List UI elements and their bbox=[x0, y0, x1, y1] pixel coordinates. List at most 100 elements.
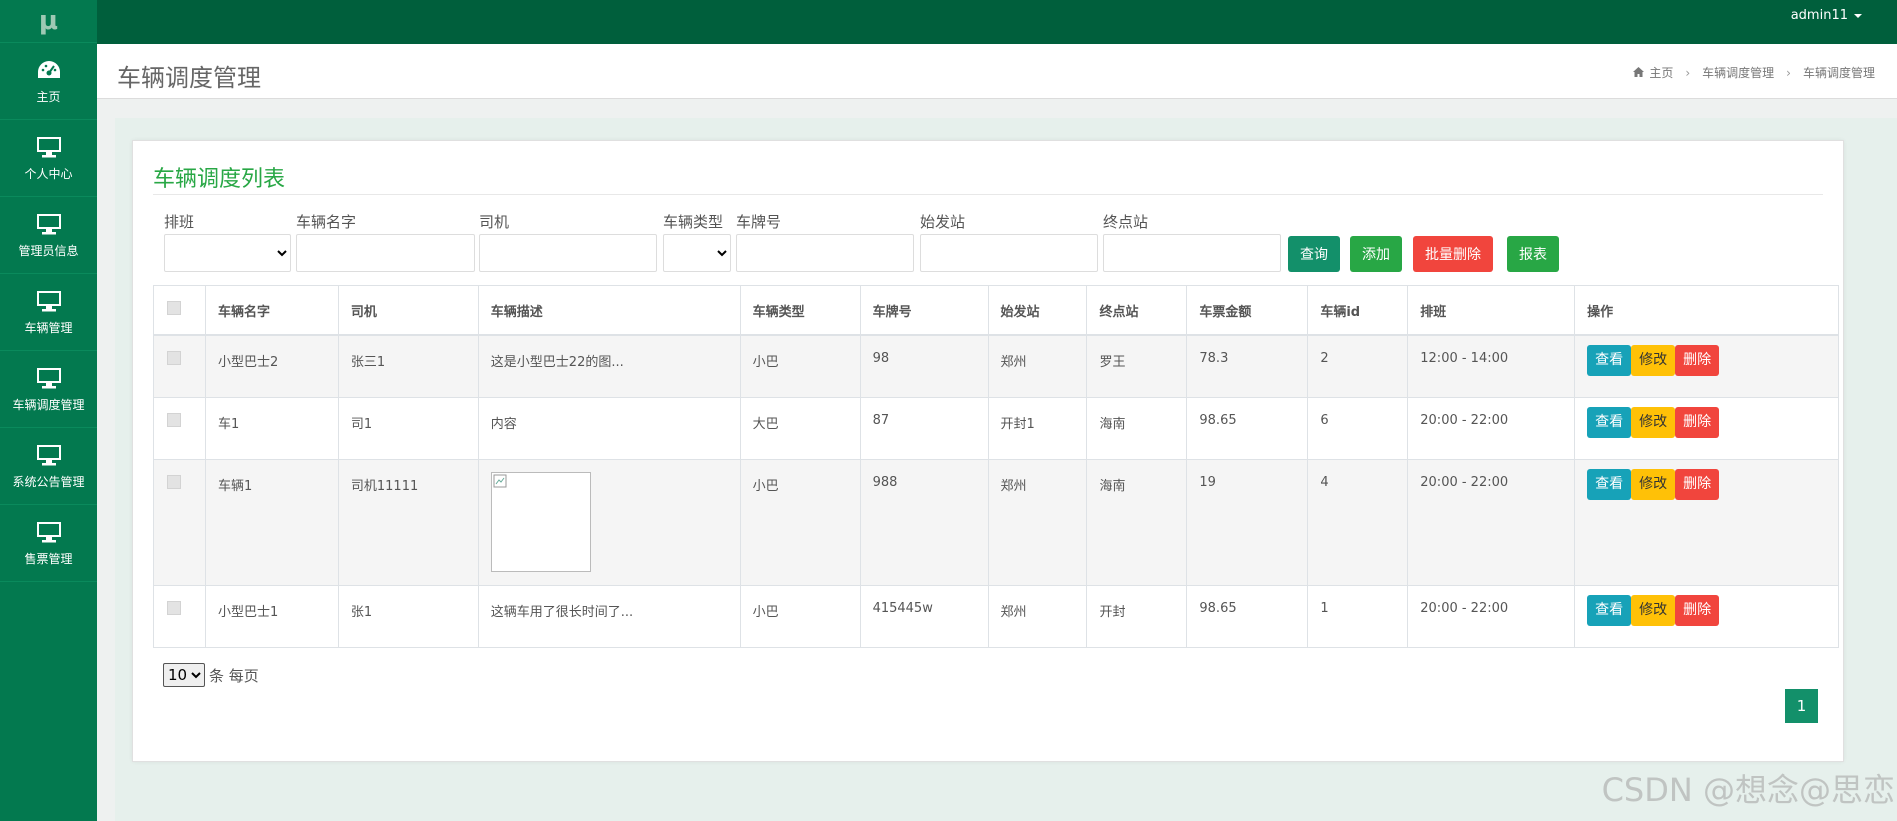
cell-vehicle-name: 小型巴士1 bbox=[204, 585, 339, 648]
cell-vehicle-type: 小巴 bbox=[739, 334, 861, 398]
view-button[interactable]: 查看 bbox=[1587, 345, 1632, 376]
cell-vehicle-name: 车辆1 bbox=[204, 459, 339, 586]
cell-start-station: 郑州 bbox=[987, 459, 1088, 586]
sidebar: μ 主页 个人中心 管理员信息 车辆管理 车辆调度管理 系统公告管理 售票管理 bbox=[0, 0, 97, 821]
vehicle-type-select[interactable] bbox=[663, 234, 731, 272]
driver-input[interactable] bbox=[479, 234, 657, 272]
column-header: 操作 bbox=[1574, 285, 1839, 336]
breadcrumb: 主页 › 车辆调度管理 › 车辆调度管理 bbox=[1633, 64, 1875, 81]
select-all-checkbox[interactable] bbox=[167, 301, 181, 315]
cell-actions: 查看 修改 删除 bbox=[1574, 585, 1839, 648]
column-header[interactable]: 终点站 bbox=[1086, 285, 1188, 336]
monitor-icon bbox=[35, 289, 63, 313]
cell-plate: 988 bbox=[859, 459, 989, 586]
cell-description: 这是小型巴士22的图... bbox=[477, 334, 741, 398]
sidebar-item-label: 个人中心 bbox=[24, 166, 73, 181]
vehicle-image bbox=[490, 472, 591, 572]
edit-button[interactable]: 修改 bbox=[1631, 407, 1676, 438]
dispatch-table: 车辆名字 司机 车辆描述 车辆类型 车牌号 始发站 终点站 车票金额 车辆id … bbox=[153, 285, 1839, 648]
cell-description: 内容 bbox=[477, 397, 741, 460]
delete-button[interactable]: 删除 bbox=[1675, 407, 1720, 438]
end-station-input[interactable] bbox=[1103, 234, 1281, 272]
monitor-icon bbox=[35, 135, 63, 159]
schedule-select[interactable] bbox=[164, 234, 291, 272]
username: admin11 bbox=[1790, 8, 1848, 23]
cell-end-station: 开封 bbox=[1086, 585, 1188, 648]
query-button[interactable]: 查询 bbox=[1288, 236, 1340, 272]
column-header[interactable]: 车辆描述 bbox=[477, 285, 741, 336]
cell-price: 98.65 bbox=[1186, 585, 1309, 648]
edit-button[interactable]: 修改 bbox=[1631, 345, 1676, 376]
sidebar-item-ticket-management[interactable]: 售票管理 bbox=[0, 504, 97, 582]
sidebar-item-label: 售票管理 bbox=[24, 551, 73, 566]
cell-plate: 87 bbox=[859, 397, 989, 460]
row-checkbox[interactable] bbox=[167, 413, 181, 427]
filter-plate: 车牌号 bbox=[736, 211, 914, 272]
table-row: 车辆1 司机11111 小巴 988 郑州 海南 19 4 20:00 - 22… bbox=[153, 459, 1839, 586]
filter-label: 车辆名字 bbox=[296, 213, 357, 231]
column-header[interactable]: 车辆名字 bbox=[204, 285, 339, 336]
view-button[interactable]: 查看 bbox=[1587, 407, 1632, 438]
plate-input[interactable] bbox=[736, 234, 914, 272]
filter-vehicle-type: 车辆类型 bbox=[663, 211, 731, 272]
cell-start-station: 开封1 bbox=[987, 397, 1088, 460]
page-title: 车辆调度管理 bbox=[117, 64, 261, 92]
column-header[interactable]: 排班 bbox=[1407, 285, 1576, 336]
page-button-current[interactable]: 1 bbox=[1785, 689, 1818, 723]
cell-plate: 415445w bbox=[859, 585, 989, 648]
filter-label: 终点站 bbox=[1103, 213, 1149, 231]
column-header[interactable]: 车牌号 bbox=[859, 285, 989, 336]
column-header[interactable]: 车辆类型 bbox=[739, 285, 861, 336]
monitor-icon bbox=[35, 366, 63, 390]
row-checkbox[interactable] bbox=[167, 351, 181, 365]
sidebar-item-personal-center[interactable]: 个人中心 bbox=[0, 119, 97, 196]
sidebar-item-label: 管理员信息 bbox=[18, 243, 79, 258]
cell-price: 19 bbox=[1186, 459, 1309, 586]
row-select-cell bbox=[153, 585, 206, 648]
start-station-input[interactable] bbox=[920, 234, 1098, 272]
card-title: 车辆调度列表 bbox=[153, 167, 286, 192]
caret-down-icon bbox=[1854, 13, 1862, 18]
breadcrumb-item[interactable]: 车辆调度管理 bbox=[1702, 64, 1774, 81]
cell-vehicle-id: 4 bbox=[1307, 459, 1409, 586]
cell-actions: 查看 修改 删除 bbox=[1574, 459, 1839, 586]
batch-delete-button[interactable]: 批量删除 bbox=[1413, 236, 1493, 272]
sidebar-item-home[interactable]: 主页 bbox=[0, 42, 97, 119]
column-header[interactable]: 始发站 bbox=[987, 285, 1088, 336]
cell-vehicle-name: 小型巴士2 bbox=[204, 334, 339, 398]
row-checkbox[interactable] bbox=[167, 601, 181, 615]
sidebar-item-label: 主页 bbox=[36, 89, 61, 104]
edit-button[interactable]: 修改 bbox=[1631, 469, 1676, 500]
page-size-select[interactable]: 10 bbox=[163, 663, 205, 687]
vehicle-name-input[interactable] bbox=[296, 234, 475, 272]
view-button[interactable]: 查看 bbox=[1587, 469, 1632, 500]
row-checkbox[interactable] bbox=[167, 475, 181, 489]
breadcrumb-home[interactable]: 主页 bbox=[1649, 64, 1673, 81]
delete-button[interactable]: 删除 bbox=[1675, 345, 1720, 376]
column-header[interactable]: 车辆id bbox=[1307, 285, 1409, 336]
filter-driver: 司机 bbox=[479, 211, 657, 272]
sidebar-item-admin-info[interactable]: 管理员信息 bbox=[0, 196, 97, 273]
report-button[interactable]: 报表 bbox=[1507, 236, 1559, 272]
filter-vehicle-name: 车辆名字 bbox=[296, 211, 475, 272]
add-button[interactable]: 添加 bbox=[1350, 236, 1402, 272]
broken-image-icon bbox=[493, 474, 507, 488]
topbar: admin11 bbox=[97, 0, 1897, 44]
divider bbox=[153, 194, 1823, 195]
cell-schedule: 20:00 - 22:00 bbox=[1407, 585, 1576, 648]
sidebar-item-vehicle-management[interactable]: 车辆管理 bbox=[0, 273, 97, 350]
delete-button[interactable]: 删除 bbox=[1675, 595, 1720, 626]
cell-start-station: 郑州 bbox=[987, 585, 1088, 648]
user-menu[interactable]: admin11 bbox=[1791, 8, 1862, 23]
sidebar-item-announcement-management[interactable]: 系统公告管理 bbox=[0, 427, 97, 504]
edit-button[interactable]: 修改 bbox=[1631, 595, 1676, 626]
breadcrumb-current: 车辆调度管理 bbox=[1802, 66, 1875, 80]
column-header[interactable]: 车票金额 bbox=[1186, 285, 1309, 336]
cell-end-station: 罗王 bbox=[1086, 334, 1188, 398]
column-header[interactable]: 司机 bbox=[337, 285, 479, 336]
delete-button[interactable]: 删除 bbox=[1675, 469, 1720, 500]
cell-actions: 查看 修改 删除 bbox=[1574, 397, 1839, 460]
sidebar-item-dispatch-management[interactable]: 车辆调度管理 bbox=[0, 350, 97, 427]
dashboard-icon bbox=[35, 58, 63, 82]
view-button[interactable]: 查看 bbox=[1587, 595, 1632, 626]
